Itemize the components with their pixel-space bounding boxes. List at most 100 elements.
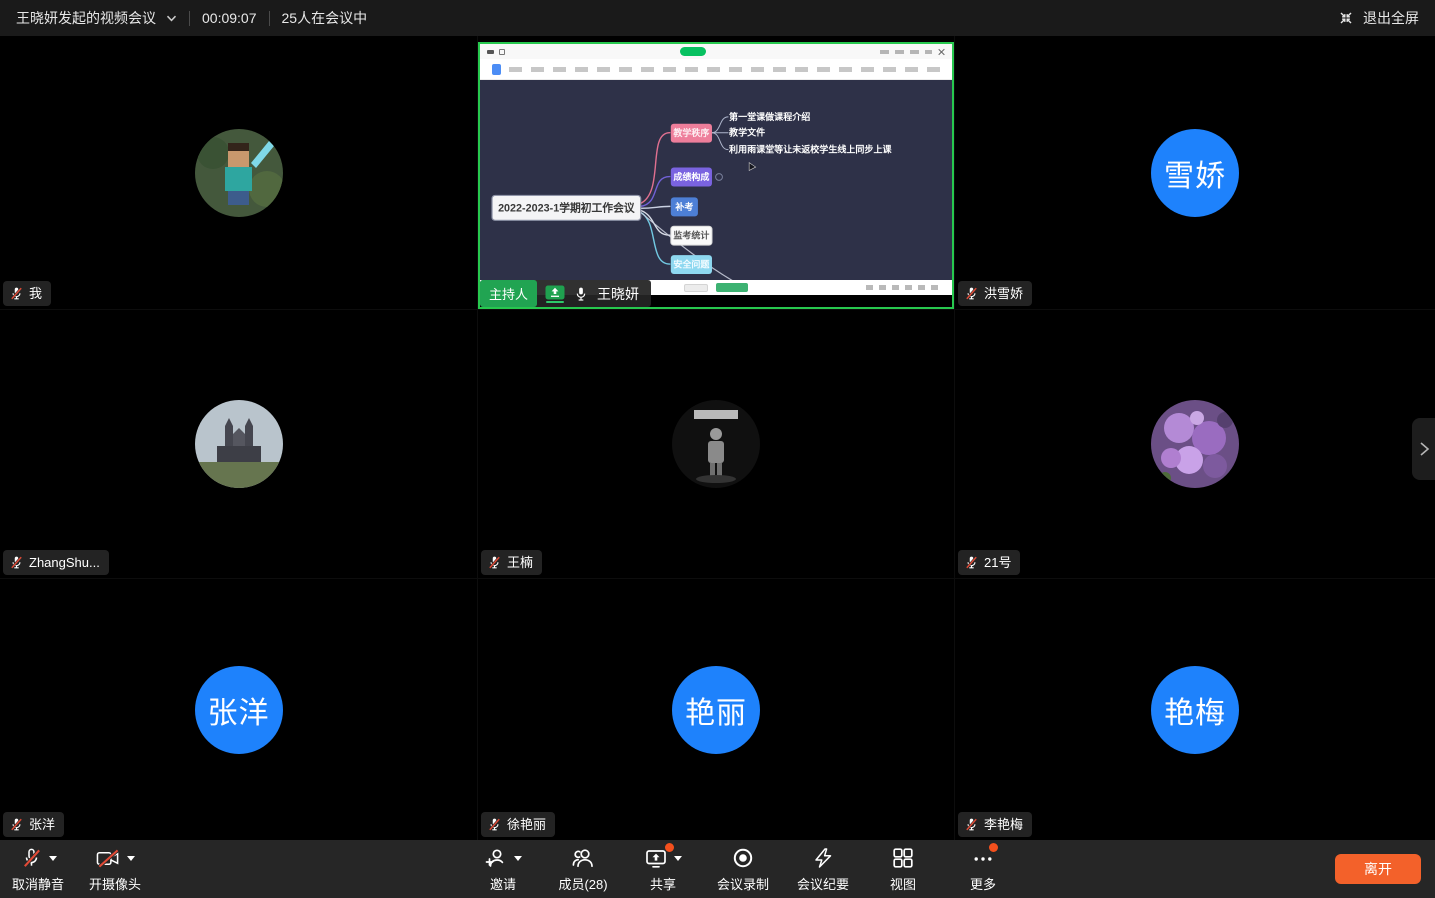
exit-fullscreen-icon — [1338, 10, 1354, 26]
svg-text:成绩构成: 成绩构成 — [673, 171, 709, 182]
meeting-title-bar: 王晓妍发起的视频会议 00:09:07 25人在会议中 退出全屏 — [0, 0, 1435, 36]
app-zoom-controls — [866, 285, 944, 290]
mic-muted-icon — [9, 817, 24, 832]
participant-name: ZhangShu... — [29, 556, 100, 569]
participant-name-chip: 21号 — [958, 550, 1020, 575]
share-screen-button[interactable]: 共享 — [623, 845, 703, 893]
leave-meeting-button[interactable]: 离开 — [1335, 854, 1421, 884]
avatar-photo — [195, 129, 283, 217]
mic-muted-icon — [9, 286, 24, 301]
avatar-initials: 雪娇 — [1151, 129, 1239, 217]
presenter-info-bar: 主持人 王晓妍 — [480, 280, 651, 307]
divider — [269, 11, 270, 26]
shared-screen: 2022-2023-1学期初工作会议 教学秩序 成绩构成 补考 监考统计 安全问… — [478, 42, 954, 309]
participant-name: 张洋 — [29, 818, 55, 831]
shared-app-titlebar — [480, 44, 952, 59]
chevron-down-icon[interactable] — [674, 856, 682, 861]
video-tile-participant[interactable]: 张洋 张洋 — [0, 579, 477, 840]
participant-name-chip: 徐艳丽 — [481, 812, 555, 837]
meeting-title-dropdown[interactable]: 王晓妍发起的视频会议 — [16, 8, 177, 28]
mic-muted-icon — [964, 555, 979, 570]
participant-name: 我 — [29, 287, 42, 300]
meeting-title: 王晓妍发起的视频会议 — [16, 8, 156, 28]
avatar-photo — [195, 400, 283, 488]
members-button[interactable]: 成员(28) — [543, 845, 623, 893]
participant-name-chip: ZhangShu... — [3, 550, 109, 575]
video-tile-participant[interactable]: 雪娇 洪雪娇 — [955, 36, 1435, 309]
view-layout-button[interactable]: 视图 — [863, 845, 943, 893]
members-icon — [571, 846, 595, 870]
video-tile-participant[interactable]: 艳梅 李艳梅 — [955, 579, 1435, 840]
participant-name-chip: 张洋 — [3, 812, 64, 837]
meeting-timer: 00:09:07 — [202, 10, 257, 26]
chevron-down-icon[interactable] — [127, 856, 135, 861]
invite-label: 邀请 — [490, 874, 516, 893]
app-account-text — [880, 50, 932, 54]
lightning-notes-icon — [811, 846, 835, 870]
host-badge: 主持人 — [480, 280, 537, 307]
avatar-photo — [1151, 400, 1239, 488]
video-tile-me[interactable]: 我 — [0, 36, 477, 309]
more-button[interactable]: 更多 — [943, 845, 1023, 893]
participant-name: 洪雪娇 — [984, 287, 1023, 300]
chevron-down-icon[interactable] — [49, 856, 57, 861]
video-tile-participant[interactable]: 艳丽 徐艳丽 — [478, 579, 954, 840]
record-button[interactable]: 会议录制 — [703, 845, 783, 893]
video-tile-participant[interactable]: ZhangShu... — [0, 310, 477, 578]
unmute-button[interactable]: 取消静音 — [6, 845, 70, 893]
view-label: 视图 — [890, 874, 916, 893]
svg-text:安全问题: 安全问题 — [673, 259, 710, 270]
app-confirm-button — [716, 283, 748, 292]
exit-fullscreen-label: 退出全屏 — [1363, 8, 1419, 28]
participant-name-chip: 我 — [3, 281, 51, 306]
next-page-button[interactable] — [1412, 418, 1435, 480]
members-label: 成员(28) — [558, 874, 607, 893]
mic-muted-icon — [9, 555, 24, 570]
participant-name: 徐艳丽 — [507, 818, 546, 831]
share-label: 共享 — [650, 874, 676, 893]
app-toolbar-items — [509, 67, 940, 72]
mic-muted-icon — [487, 817, 502, 832]
mic-muted-icon — [964, 286, 979, 301]
avatar — [1151, 400, 1239, 488]
video-tile-participant[interactable]: 王楠 — [478, 310, 954, 578]
svg-text:利用雨课堂等让未返校学生线上同步上课: 利用雨课堂等让未返校学生线上同步上课 — [728, 144, 892, 155]
presenter-name: 王晓妍 — [597, 284, 639, 304]
video-tile-screenshare[interactable]: 2022-2023-1学期初工作会议 教学秩序 成绩构成 补考 监考统计 安全问… — [478, 36, 954, 309]
shared-app-toolbar — [480, 59, 952, 80]
avatar-photo — [672, 400, 760, 488]
exit-fullscreen-button[interactable]: 退出全屏 — [1338, 8, 1419, 28]
participant-count: 25人在会议中 — [282, 8, 368, 28]
mindmap-area: 2022-2023-1学期初工作会议 教学秩序 成绩构成 补考 监考统计 安全问… — [480, 80, 952, 280]
unmute-label: 取消静音 — [12, 874, 64, 893]
mindmap-root-label: 2022-2023-1学期初工作会议 — [498, 200, 636, 214]
screen-sharing-icon — [545, 285, 565, 303]
cursor-icon — [749, 163, 756, 171]
participant-name-chip: 李艳梅 — [958, 812, 1032, 837]
avatar — [195, 400, 283, 488]
mic-muted-icon — [487, 555, 502, 570]
app-window-controls — [880, 48, 945, 56]
avatar-initials: 张洋 — [195, 666, 283, 754]
meeting-toolbar: 取消静音 开摄像头 邀请 — [0, 840, 1435, 898]
notification-dot — [989, 843, 998, 852]
camera-on-button[interactable]: 开摄像头 — [80, 845, 150, 893]
participant-name-chip: 王楠 — [481, 550, 542, 575]
svg-text:补考: 补考 — [674, 201, 693, 212]
svg-text:监考统计: 监考统计 — [673, 230, 709, 241]
more-label: 更多 — [970, 874, 996, 893]
meeting-notes-button[interactable]: 会议纪要 — [783, 845, 863, 893]
notification-dot — [665, 843, 674, 852]
chevron-down-icon — [166, 15, 177, 22]
app-cancel-button — [684, 284, 708, 292]
video-tile-participant[interactable]: 21号 — [955, 310, 1435, 578]
invite-person-icon — [484, 846, 508, 870]
invite-button[interactable]: 邀请 — [463, 845, 543, 893]
chevron-down-icon[interactable] — [514, 856, 522, 861]
avatar — [195, 129, 283, 217]
record-label: 会议录制 — [717, 874, 769, 893]
mic-muted-icon — [964, 817, 979, 832]
share-screen-icon — [644, 846, 668, 870]
camera-label: 开摄像头 — [89, 874, 141, 893]
close-icon — [937, 48, 945, 56]
